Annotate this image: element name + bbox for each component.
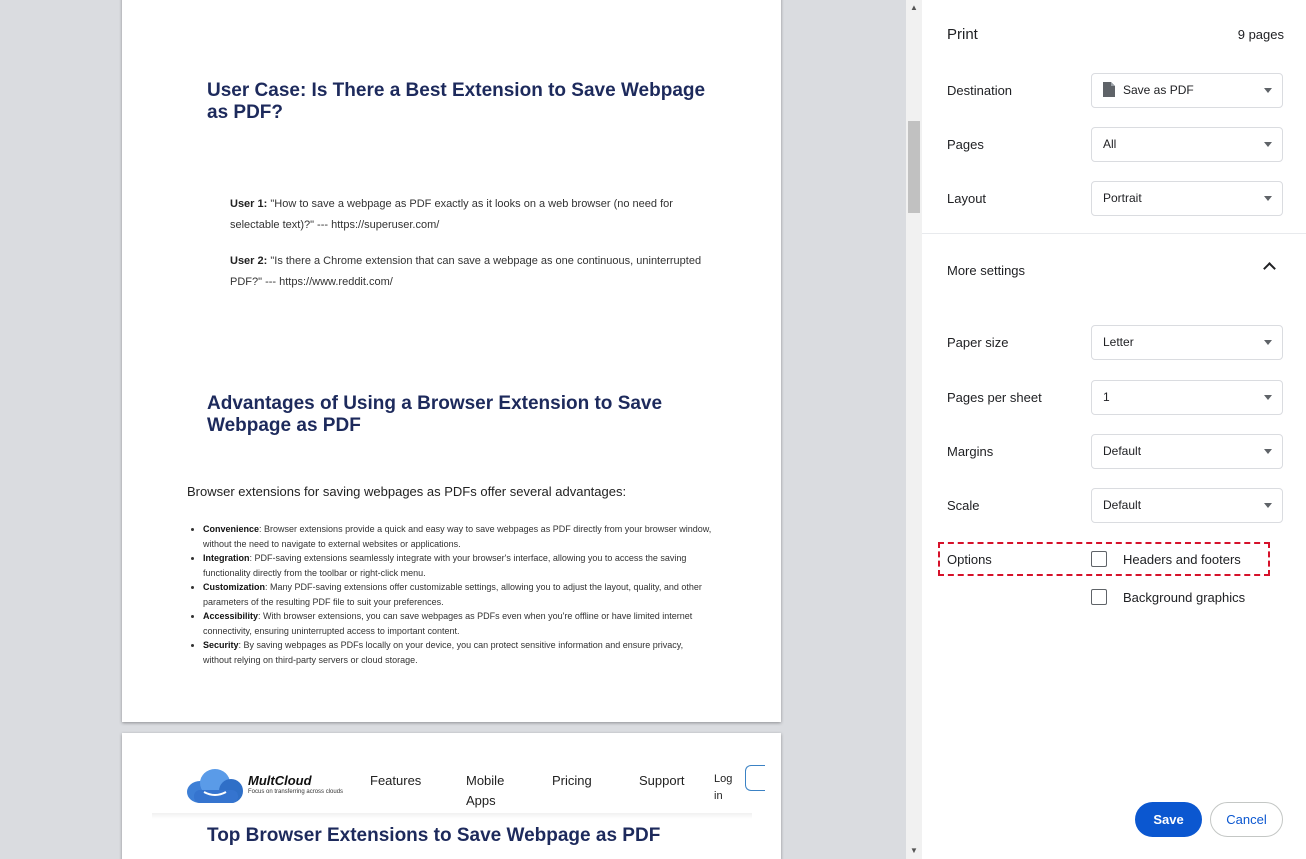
chevron-down-icon — [1264, 395, 1272, 400]
headers-footers-checkbox[interactable] — [1091, 551, 1107, 567]
advantage-text: : Many PDF-saving extensions offer custo… — [203, 582, 702, 607]
nav-login: Log in — [714, 773, 733, 802]
list-item: Accessibility: With browser extensions, … — [203, 609, 713, 638]
chevron-down-icon — [1264, 503, 1272, 508]
advantages-list: Convenience: Browser extensions provide … — [203, 522, 713, 667]
scroll-up-icon[interactable]: ▲ — [910, 3, 918, 12]
advantage-term: Accessibility — [203, 611, 259, 621]
headers-footers-label[interactable]: Headers and footers — [1123, 552, 1241, 567]
user2-text: "Is there a Chrome extension that can sa… — [230, 255, 702, 288]
advantage-term: Integration — [203, 553, 250, 563]
pages-select[interactable]: All — [1091, 127, 1283, 162]
list-item: Convenience: Browser extensions provide … — [203, 522, 713, 551]
advantages-heading: Advantages of Using a Browser Extension … — [207, 393, 663, 436]
nav-support: Support — [639, 773, 685, 788]
advantage-text: : With browser extensions, you can save … — [203, 611, 693, 636]
advantage-text: : By saving webpages as PDFs locally on … — [203, 640, 684, 665]
nav-pricing: Pricing — [552, 773, 592, 788]
margins-label: Margins — [947, 444, 994, 459]
list-item: Integration: PDF-saving extensions seaml… — [203, 551, 713, 580]
chevron-down-icon — [1264, 340, 1272, 345]
pages-label: Pages — [947, 137, 984, 152]
document-icon — [1103, 81, 1115, 97]
nav-features: Features — [370, 773, 422, 788]
list-item: Customization: Many PDF-saving extension… — [203, 580, 713, 609]
header-shadow — [152, 813, 752, 819]
user1-label: User 1: — [230, 198, 268, 210]
scale-select[interactable]: Default — [1091, 488, 1283, 523]
advantage-term: Customization — [203, 582, 265, 592]
user-case-1: User 1: "How to save a webpage as PDF ex… — [230, 194, 690, 236]
user-case-2: User 2: "Is there a Chrome extension tha… — [230, 251, 705, 293]
advantage-term: Security — [203, 640, 239, 650]
preview-scrollbar[interactable]: ▲ ▼ — [906, 0, 922, 859]
top-extensions-heading: Top Browser Extensions to Save Webpage a… — [207, 825, 661, 846]
section-divider — [922, 233, 1306, 234]
print-title: Print — [947, 26, 978, 43]
scale-label: Scale — [947, 498, 980, 513]
destination-value: Save as PDF — [1123, 83, 1194, 98]
pages-per-sheet-value: 1 — [1103, 390, 1110, 405]
cancel-button[interactable]: Cancel — [1210, 802, 1283, 837]
background-graphics-checkbox[interactable] — [1091, 589, 1107, 605]
chevron-up-icon[interactable] — [1263, 262, 1276, 275]
advantage-text: : PDF-saving extensions seamlessly integ… — [203, 553, 687, 578]
scroll-down-icon[interactable]: ▼ — [910, 846, 918, 855]
cloud-logo-icon — [187, 769, 243, 803]
brand-tagline: Focus on transferring across clouds — [248, 789, 344, 795]
brand-name: MultCloud — [248, 773, 312, 788]
margins-select[interactable]: Default — [1091, 434, 1283, 469]
margins-value: Default — [1103, 444, 1142, 459]
layout-value: Portrait — [1103, 191, 1142, 206]
pages-per-sheet-select[interactable]: 1 — [1091, 380, 1283, 415]
user1-text: "How to save a webpage as PDF exactly as… — [230, 198, 673, 231]
advantage-text: : Browser extensions provide a quick and… — [203, 524, 712, 549]
chevron-down-icon — [1264, 142, 1272, 147]
chevron-down-icon — [1264, 449, 1272, 454]
user2-label: User 2: — [230, 255, 268, 267]
destination-label: Destination — [947, 83, 1013, 98]
options-label: Options — [947, 552, 992, 567]
list-item: Security: By saving webpages as PDFs loc… — [203, 638, 713, 667]
preview-page-2: MultCloud Focus on transferring across c… — [122, 733, 781, 859]
print-preview[interactable]: User Case: Is There a Best Extension to … — [0, 0, 906, 859]
background-graphics-label[interactable]: Background graphics — [1123, 590, 1245, 605]
chevron-down-icon — [1264, 88, 1272, 93]
advantages-intro: Browser extensions for saving webpages a… — [187, 484, 627, 499]
pages-value: All — [1103, 137, 1117, 152]
nav-mobile-apps: Mobile Apps — [466, 773, 505, 808]
preview-page-1: User Case: Is There a Best Extension to … — [122, 0, 781, 722]
layout-select[interactable]: Portrait — [1091, 181, 1283, 216]
paper-size-label: Paper size — [947, 335, 1009, 350]
nav-signup-button-edge — [745, 765, 765, 791]
paper-size-value: Letter — [1103, 335, 1134, 350]
page-count: 9 pages — [1237, 27, 1284, 42]
print-settings-panel: Print 9 pages Destination Save as PDF Pa… — [922, 0, 1306, 859]
advantage-term: Convenience — [203, 524, 260, 534]
user-case-heading: User Case: Is There a Best Extension to … — [207, 80, 706, 123]
destination-select[interactable]: Save as PDF — [1091, 73, 1283, 108]
scale-value: Default — [1103, 498, 1142, 513]
more-settings-toggle[interactable]: More settings — [947, 263, 1025, 278]
chevron-down-icon — [1264, 196, 1272, 201]
save-button[interactable]: Save — [1135, 802, 1202, 837]
pages-per-sheet-label: Pages per sheet — [947, 390, 1042, 405]
paper-size-select[interactable]: Letter — [1091, 325, 1283, 360]
scroll-thumb[interactable] — [908, 121, 920, 213]
layout-label: Layout — [947, 191, 987, 206]
